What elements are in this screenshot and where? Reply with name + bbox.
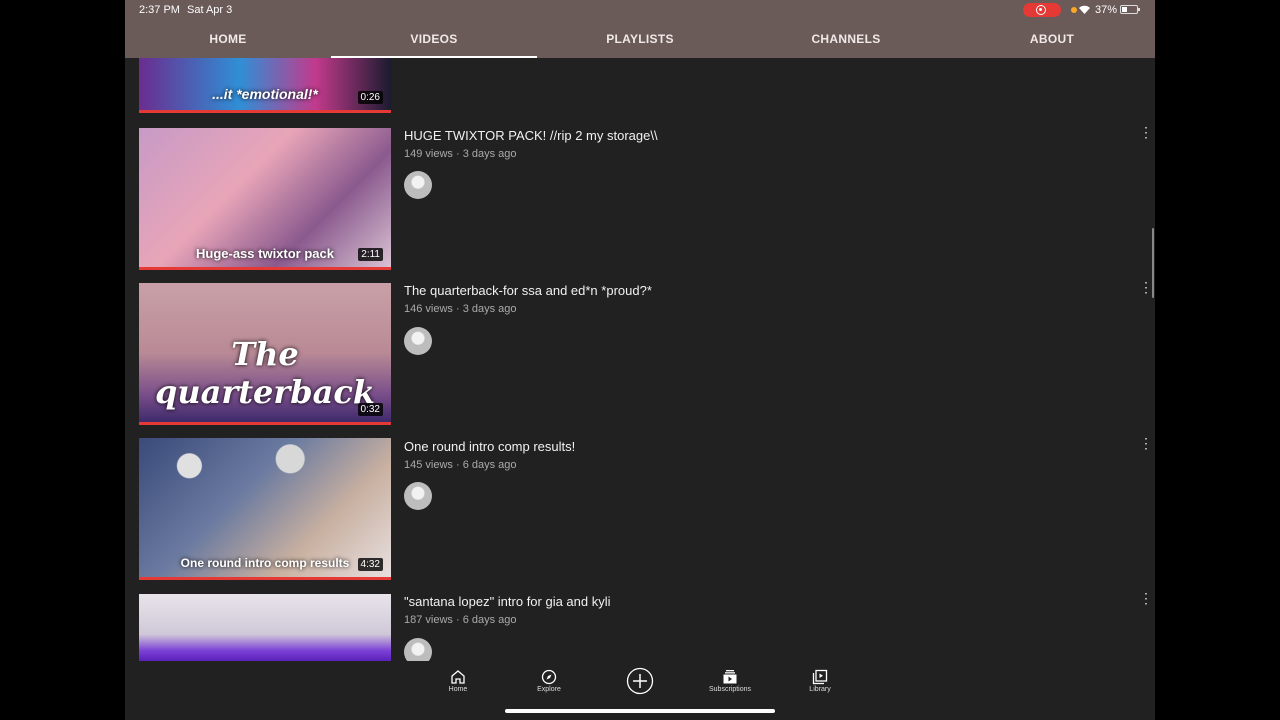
tab-home-label: HOME bbox=[209, 32, 247, 46]
video-thumbnail[interactable]: ...it *emotional!* 0:26 bbox=[139, 58, 391, 113]
video-title[interactable]: "santana lopez" intro for gia and kyli bbox=[404, 594, 611, 609]
video-meta: 149 views · 3 days ago bbox=[404, 148, 517, 160]
nav-subscriptions[interactable]: Subscriptions bbox=[700, 669, 760, 693]
channel-avatar[interactable] bbox=[404, 638, 432, 661]
more-options-icon[interactable]: ⋮ bbox=[1139, 125, 1153, 139]
tab-about[interactable]: ABOUT bbox=[949, 20, 1155, 58]
add-icon bbox=[626, 667, 654, 695]
more-options-icon[interactable]: ⋮ bbox=[1139, 436, 1153, 450]
tab-about-label: ABOUT bbox=[1029, 32, 1075, 46]
battery-percent: 37% bbox=[1095, 4, 1118, 16]
video-list: ...it *emotional!* 0:26 Huge-ass twixtor… bbox=[125, 58, 1155, 661]
thumbnail-caption: Huge-ass twixtor pack bbox=[196, 246, 334, 261]
compass-icon bbox=[541, 669, 557, 685]
channel-avatar[interactable] bbox=[404, 171, 432, 199]
video-meta: 145 views · 6 days ago bbox=[404, 459, 517, 471]
video-title[interactable]: One round intro comp results! bbox=[404, 439, 575, 454]
wifi-icon bbox=[1079, 5, 1090, 14]
mic-indicator-icon bbox=[1071, 7, 1077, 13]
status-time: 2:37 PM bbox=[139, 4, 180, 16]
video-thumbnail[interactable] bbox=[139, 594, 391, 661]
channel-avatar[interactable] bbox=[404, 482, 432, 510]
video-thumbnail[interactable]: Huge-ass twixtor pack 2:11 bbox=[139, 128, 391, 270]
nav-home-label: Home bbox=[448, 686, 468, 693]
video-duration: 2:11 bbox=[358, 248, 383, 261]
status-date: Sat Apr 3 bbox=[187, 4, 233, 16]
more-options-icon[interactable]: ⋮ bbox=[1139, 591, 1153, 605]
header: 2:37 PM Sat Apr 3 37% HOME VIDEOS PLAYLI… bbox=[125, 0, 1155, 58]
library-icon bbox=[812, 669, 828, 685]
video-title[interactable]: HUGE TWIXTOR PACK! //rip 2 my storage\\ bbox=[404, 128, 658, 143]
tab-playlists[interactable]: PLAYLISTS bbox=[537, 20, 743, 58]
tab-home[interactable]: HOME bbox=[125, 20, 331, 58]
video-duration: 4:32 bbox=[357, 558, 383, 571]
more-options-icon[interactable]: ⋮ bbox=[1139, 280, 1153, 294]
channel-tabs: HOME VIDEOS PLAYLISTS CHANNELS ABOUT bbox=[125, 20, 1155, 58]
video-duration: 0:32 bbox=[357, 403, 383, 416]
video-meta: 146 views · 3 days ago bbox=[404, 303, 517, 315]
subscriptions-icon bbox=[723, 670, 737, 684]
battery-icon bbox=[1120, 5, 1140, 14]
video-thumbnail[interactable]: One round intro comp results 4:32 bbox=[139, 438, 391, 580]
nav-library[interactable]: Library bbox=[790, 669, 850, 693]
tab-channels-label: CHANNELS bbox=[811, 32, 881, 46]
channel-avatar[interactable] bbox=[404, 327, 432, 355]
nav-home[interactable]: Home bbox=[428, 669, 488, 693]
thumbnail-caption: ...it *emotional!* bbox=[212, 86, 318, 102]
video-thumbnail[interactable]: The quarterback 0:32 bbox=[139, 283, 391, 425]
screen-record-icon[interactable] bbox=[1023, 3, 1061, 17]
home-icon bbox=[451, 670, 465, 684]
thumbnail-caption: The quarterback bbox=[155, 335, 375, 411]
status-bar: 2:37 PM Sat Apr 3 37% bbox=[125, 0, 1155, 20]
video-title[interactable]: The quarterback-for ssa and ed*n *proud?… bbox=[404, 283, 652, 298]
nav-create[interactable] bbox=[610, 667, 670, 695]
nav-explore-label: Explore bbox=[537, 686, 561, 693]
video-meta: 187 views · 6 days ago bbox=[404, 614, 517, 626]
tab-channels[interactable]: CHANNELS bbox=[743, 20, 949, 58]
nav-subscriptions-label: Subscriptions bbox=[708, 686, 752, 693]
video-duration: 0:26 bbox=[357, 91, 383, 104]
thumbnail-caption: One round intro comp results bbox=[180, 556, 350, 570]
nav-explore[interactable]: Explore bbox=[519, 669, 579, 693]
tab-videos-label: VIDEOS bbox=[410, 32, 458, 46]
app-screen: 2:37 PM Sat Apr 3 37% HOME VIDEOS PLAYLI… bbox=[125, 0, 1155, 720]
scrollbar[interactable] bbox=[1152, 228, 1154, 298]
nav-library-label: Library bbox=[809, 686, 831, 693]
tab-playlists-label: PLAYLISTS bbox=[606, 32, 674, 46]
home-indicator[interactable] bbox=[505, 709, 775, 713]
tab-videos[interactable]: VIDEOS bbox=[331, 20, 537, 58]
